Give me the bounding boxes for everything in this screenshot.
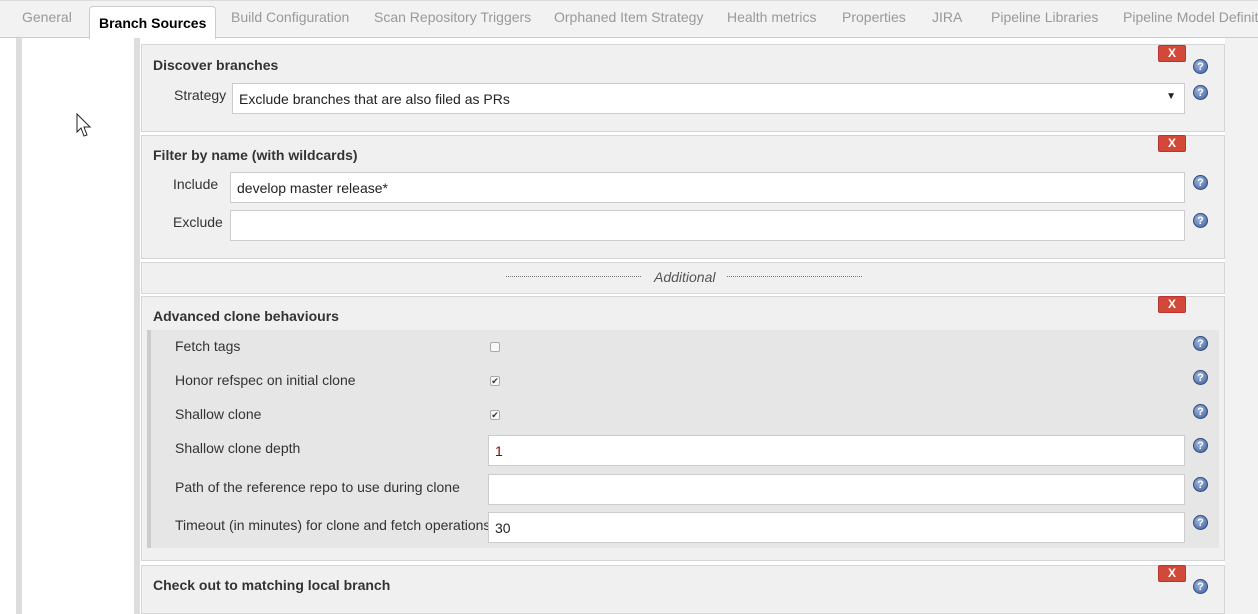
help-icon[interactable]: ? <box>1193 404 1208 419</box>
checkout-local-branch-panel: Check out to matching local branch X ? <box>141 565 1225 614</box>
left-border <box>16 38 22 614</box>
honor-refspec-label: Honor refspec on initial clone <box>175 372 356 388</box>
strategy-label: Strategy <box>174 87 227 103</box>
reference-repo-input[interactable] <box>488 474 1185 505</box>
delete-button[interactable]: X <box>1158 135 1186 152</box>
tab-properties[interactable]: Properties <box>842 9 906 25</box>
include-input[interactable]: develop master release* <box>230 172 1185 203</box>
tab-scan-repository-triggers[interactable]: Scan Repository Triggers <box>374 9 531 25</box>
tab-branch-sources[interactable]: Branch Sources <box>89 6 217 39</box>
help-icon[interactable]: ? <box>1193 59 1208 74</box>
tab-orphaned-item-strategy[interactable]: Orphaned Item Strategy <box>554 9 703 25</box>
help-icon[interactable]: ? <box>1193 213 1208 228</box>
strategy-select[interactable]: Exclude branches that are also filed as … <box>232 83 1185 114</box>
honor-refspec-checkbox[interactable]: ✔ <box>490 376 500 386</box>
tab-jira[interactable]: JIRA <box>932 9 962 25</box>
additional-divider: Additional <box>141 262 1225 294</box>
help-icon[interactable]: ? <box>1193 579 1208 594</box>
include-label: Include <box>173 176 219 192</box>
help-icon[interactable]: ? <box>1193 515 1208 530</box>
tab-bar: General Branch Sources Build Configurati… <box>0 0 1258 39</box>
section-border <box>134 38 140 614</box>
right-margin <box>1225 38 1258 614</box>
shallow-depth-input[interactable]: 1 <box>488 435 1185 466</box>
discover-branches-panel: Discover branches X ? Strategy Exclude b… <box>141 44 1225 132</box>
fetch-tags-label: Fetch tags <box>175 338 241 354</box>
divider-line <box>506 276 641 277</box>
shallow-clone-label: Shallow clone <box>175 406 262 422</box>
filter-title: Filter by name (with wildcards) <box>153 147 358 163</box>
filter-by-name-panel: Filter by name (with wildcards) X Includ… <box>141 135 1225 259</box>
advanced-clone-title: Advanced clone behaviours <box>153 308 339 324</box>
strategy-value: Exclude branches that are also filed as … <box>239 91 510 107</box>
help-icon[interactable]: ? <box>1193 477 1208 492</box>
tab-build-configuration[interactable]: Build Configuration <box>231 9 349 25</box>
timeout-input[interactable]: 30 <box>488 512 1185 543</box>
exclude-input[interactable] <box>230 210 1185 241</box>
tab-pipeline-libraries[interactable]: Pipeline Libraries <box>991 9 1098 25</box>
additional-label: Additional <box>654 269 716 285</box>
checkout-title: Check out to matching local branch <box>153 577 391 593</box>
tab-health-metrics[interactable]: Health metrics <box>727 9 816 25</box>
mouse-cursor-icon <box>76 113 92 137</box>
shallow-depth-label: Shallow clone depth <box>175 440 301 456</box>
advanced-clone-panel: Advanced clone behaviours X Fetch tags H… <box>141 296 1225 561</box>
help-icon[interactable]: ? <box>1193 336 1208 351</box>
reference-repo-label: Path of the reference repo to use during… <box>175 479 460 495</box>
discover-branches-title: Discover branches <box>153 57 279 73</box>
chevron-down-icon: ▼ <box>1166 91 1176 102</box>
timeout-label: Timeout (in minutes) for clone and fetch… <box>175 517 491 533</box>
exclude-label: Exclude <box>173 214 223 230</box>
shallow-clone-checkbox[interactable]: ✔ <box>490 410 500 420</box>
delete-button[interactable]: X <box>1158 45 1186 62</box>
clone-options-box: Fetch tags Honor refspec on initial clon… <box>147 330 1219 548</box>
help-icon[interactable]: ? <box>1193 438 1208 453</box>
delete-button[interactable]: X <box>1158 565 1186 582</box>
fetch-tags-checkbox[interactable] <box>490 342 500 352</box>
help-icon[interactable]: ? <box>1193 85 1208 100</box>
tab-general[interactable]: General <box>22 9 72 25</box>
divider-line <box>727 276 862 277</box>
help-icon[interactable]: ? <box>1193 175 1208 190</box>
delete-button[interactable]: X <box>1158 296 1186 313</box>
help-icon[interactable]: ? <box>1193 370 1208 385</box>
tab-pipeline-model-definition[interactable]: Pipeline Model Definition <box>1123 9 1258 25</box>
